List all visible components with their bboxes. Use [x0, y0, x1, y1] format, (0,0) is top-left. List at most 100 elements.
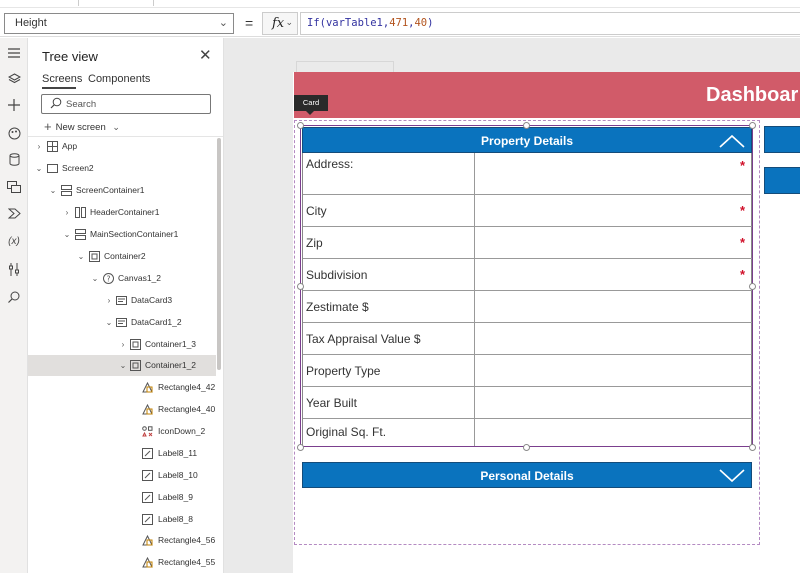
tree-item-screen[interactable]: ⌄ Screen2	[28, 158, 216, 179]
tree-item-app[interactable]: › App	[28, 136, 216, 157]
tree-item-label: Rectangle4_56	[158, 535, 216, 545]
tree-item-rectangle[interactable]: Rectangle4_42	[28, 377, 216, 398]
chevron-down-icon[interactable]	[719, 469, 745, 483]
tree-item-datacard[interactable]: ⌄ DataCard1_2	[28, 312, 216, 333]
chevron-right-icon: ›	[37, 142, 41, 151]
tree-item-label: Label8_9	[158, 492, 193, 502]
tree-item-label-control[interactable]: Label8_10	[28, 465, 216, 486]
media-icon[interactable]	[3, 176, 25, 198]
container-icon	[130, 360, 141, 371]
resize-handle-bottom-right[interactable]	[749, 444, 756, 451]
tree-item-label: Rectangle4_42	[158, 382, 216, 392]
tree-item-label-control[interactable]: Label8_11	[28, 443, 216, 464]
tree-scrollbar[interactable]	[217, 138, 221, 370]
close-icon[interactable]: ✕	[199, 46, 212, 64]
tree-item-label: HeaderContainer1	[90, 207, 160, 217]
resize-handle-bottom[interactable]	[523, 444, 530, 451]
insert-icon[interactable]	[3, 94, 25, 116]
tree-item-label: Canvas1_2	[118, 273, 162, 283]
tree-item-label: Label8_10	[158, 470, 198, 480]
chevron-down-icon: ⌄	[63, 230, 71, 239]
tools-icon[interactable]	[3, 258, 25, 280]
new-screen-button[interactable]: + New screen ⌄	[44, 119, 120, 134]
datacard-icon	[116, 318, 127, 327]
tree-item-label: Label8_11	[158, 448, 198, 458]
shape-icon	[142, 557, 153, 568]
unknown-control-icon: ?	[103, 273, 114, 284]
property-dropdown[interactable]: Height ⌄	[4, 13, 234, 34]
chevron-down-icon: ⌄	[285, 18, 293, 28]
formula-token-num: 471	[389, 17, 409, 29]
variables-icon[interactable]: (x)	[3, 230, 25, 252]
chevron-down-icon: ⌄	[91, 274, 99, 283]
tree-item-container[interactable]: ⌄ Container2	[28, 246, 216, 267]
tab-components[interactable]: Components	[88, 73, 150, 85]
tree-item-container[interactable]: ⌄ MainSectionContainer1	[28, 224, 216, 245]
layers-icon[interactable]	[3, 68, 25, 90]
tree-item-container[interactable]: ⌄ ScreenContainer1	[28, 180, 216, 201]
search-icon	[50, 97, 62, 109]
data-icon[interactable]	[3, 148, 25, 170]
tab-screens[interactable]: Screens	[42, 73, 82, 85]
resize-handle-top[interactable]	[523, 122, 530, 129]
tree-item-container[interactable]: › HeaderContainer1	[28, 202, 216, 223]
resize-handle-top-right[interactable]	[749, 122, 756, 129]
personal-details-header[interactable]: Personal Details	[302, 462, 752, 488]
chevron-down-icon: ⌄	[35, 164, 43, 173]
tree-item-container-selected[interactable]: ⌄ Container1_2	[28, 355, 216, 376]
chevron-down-icon: ⌄	[218, 17, 228, 29]
tree-item-rectangle[interactable]: Rectangle4_40	[28, 399, 216, 420]
formula-token-close: )	[427, 17, 434, 29]
vertical-container-icon	[61, 185, 72, 196]
tree-item-rectangle[interactable]: Rectangle4_55	[28, 552, 216, 573]
tree-item-canvas[interactable]: ⌄ ? Canvas1_2	[28, 268, 216, 289]
resize-handle-right[interactable]	[749, 283, 756, 290]
plus-icon: +	[44, 119, 52, 134]
section-title: Personal Details	[480, 469, 574, 483]
label-control-icon	[142, 514, 153, 525]
tree-item-label: MainSectionContainer1	[90, 229, 179, 239]
fx-icon: fx	[272, 16, 285, 31]
tree-search-input[interactable]	[66, 97, 206, 112]
chevron-down-icon: ⌄	[112, 122, 120, 132]
formula-bar: Height ⌄ = fx ⌄ If(varTable1,471,40)	[0, 9, 800, 37]
tree-item-label: Rectangle4_55	[158, 557, 216, 567]
formula-input[interactable]: If(varTable1,471,40)	[300, 12, 800, 35]
horizontal-container-icon	[75, 207, 86, 218]
shape-icon	[142, 535, 153, 546]
label-control-icon	[142, 492, 153, 503]
tree-search-box[interactable]	[41, 94, 211, 114]
property-dropdown-value: Height	[15, 17, 47, 29]
theme-icon[interactable]	[3, 122, 25, 144]
side-panel-button[interactable]	[764, 167, 800, 194]
fx-button[interactable]: fx ⌄	[262, 12, 298, 35]
menu-icon[interactable]	[3, 42, 25, 64]
tree-item-icon[interactable]: IconDown_2	[28, 421, 216, 442]
tree-item-label: DataCard1_2	[131, 317, 182, 327]
power-automate-icon[interactable]	[3, 202, 25, 224]
chevron-right-icon: ›	[65, 208, 69, 217]
header-title: Dashboar	[706, 84, 799, 106]
tree-item-label: Container1_2	[145, 360, 197, 370]
top-strip	[0, 0, 800, 8]
tree-item-label: ScreenContainer1	[76, 185, 145, 195]
chevron-down-icon: ⌄	[49, 186, 57, 195]
tree-item-container[interactable]: › Container1_3	[28, 334, 216, 355]
selection-frame	[300, 125, 753, 447]
resize-handle-top-left[interactable]	[297, 122, 304, 129]
search-icon[interactable]	[3, 286, 25, 308]
tab-active-indicator	[42, 87, 76, 89]
resize-handle-left[interactable]	[297, 283, 304, 290]
tree-item-label: App	[62, 141, 78, 151]
tree-item-label-control[interactable]: Label8_8	[28, 509, 216, 530]
chevron-down-icon: ⌄	[77, 252, 85, 261]
side-panel-button[interactable]	[764, 126, 800, 153]
chevron-right-icon: ›	[121, 340, 125, 349]
tree-item-datacard[interactable]: › DataCard3	[28, 290, 216, 311]
tree-item-label: Container2	[104, 251, 146, 261]
resize-handle-bottom-left[interactable]	[297, 444, 304, 451]
tree-item-rectangle[interactable]: Rectangle4_56	[28, 530, 216, 551]
tree-item-label-control[interactable]: Label8_9	[28, 487, 216, 508]
tree-item-label: Label8_8	[158, 514, 193, 524]
tree-item-label: Rectangle4_40	[158, 404, 216, 414]
